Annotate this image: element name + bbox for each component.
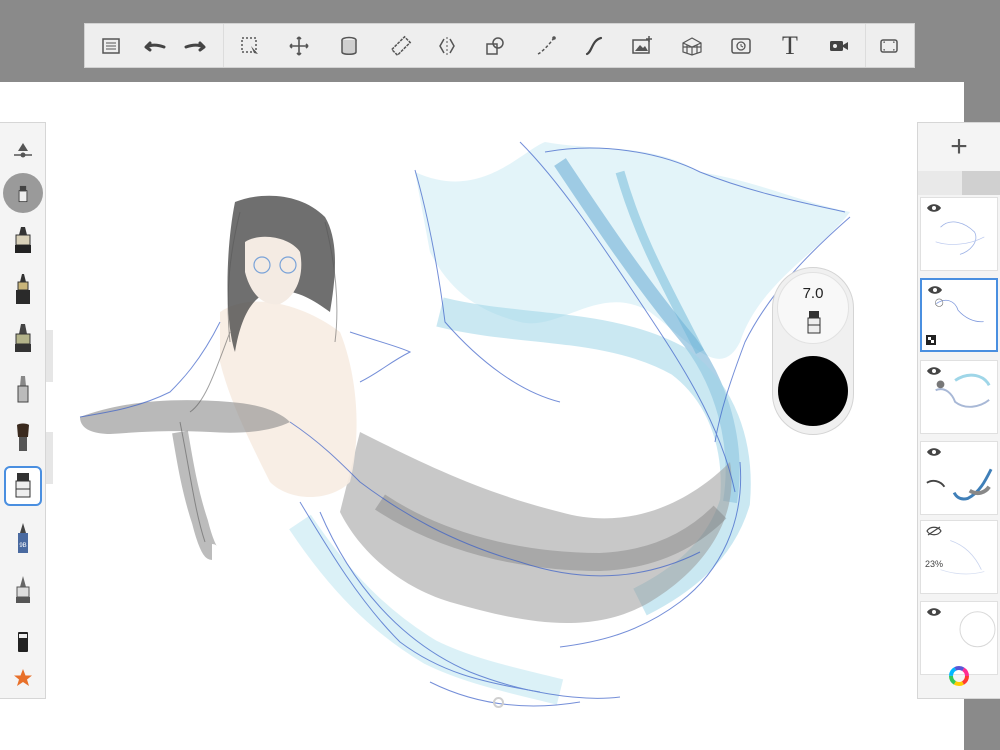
layer-panel: + 23%: [917, 122, 1000, 699]
brush-size-slider-icon[interactable]: [4, 131, 42, 171]
favorites-star-icon[interactable]: [4, 658, 42, 698]
inking-pen-icon[interactable]: [4, 269, 42, 309]
top-toolbar: T: [84, 23, 915, 68]
layer-list-icon[interactable]: [94, 30, 128, 62]
brush-palette: 9B: [0, 122, 46, 699]
brush-preset-current[interactable]: [3, 173, 43, 213]
fill-icon[interactable]: [332, 30, 366, 62]
brush-size-value: 7.0: [802, 285, 824, 302]
time-lapse-icon[interactable]: [724, 30, 758, 62]
layer-thumbnail[interactable]: [920, 278, 998, 352]
layer-opacity-label: 23%: [925, 559, 944, 569]
hidden-eye-icon[interactable]: [926, 526, 942, 536]
record-icon[interactable]: [822, 30, 856, 62]
marker-brush-icon[interactable]: [4, 466, 42, 506]
add-layer-button[interactable]: +: [918, 123, 1000, 171]
undo-icon[interactable]: [137, 30, 171, 62]
ruler-icon[interactable]: [384, 30, 418, 62]
curve-icon[interactable]: [529, 30, 563, 62]
color-wheel-button[interactable]: [918, 653, 1000, 699]
layer-lock-icon: [926, 335, 936, 345]
add-image-icon[interactable]: [625, 30, 659, 62]
canvas-menu-handle[interactable]: [493, 697, 504, 708]
layer-thumbnail[interactable]: 23%: [920, 520, 998, 594]
visibility-eye-icon[interactable]: [927, 285, 943, 295]
layer-thumbnail[interactable]: [920, 441, 998, 515]
visibility-eye-icon[interactable]: [926, 203, 942, 213]
svg-text:9B: 9B: [19, 543, 26, 549]
visibility-eye-icon[interactable]: [926, 366, 942, 376]
felt-marker-icon[interactable]: [4, 317, 42, 357]
layer-panel-header: [918, 171, 1000, 195]
paint-brush-icon[interactable]: [4, 418, 42, 458]
shapes-icon[interactable]: [478, 30, 512, 62]
brush-puck[interactable]: 7.0: [772, 267, 854, 435]
fullscreen-icon[interactable]: [872, 30, 906, 62]
brush-size-puck[interactable]: 7.0: [777, 272, 849, 344]
text-icon[interactable]: T: [773, 30, 807, 62]
visibility-eye-icon[interactable]: [926, 447, 942, 457]
perspective-icon[interactable]: [675, 30, 709, 62]
pencil-brush-icon[interactable]: [4, 220, 42, 260]
smudge-icon[interactable]: [4, 570, 42, 610]
visibility-eye-icon[interactable]: [926, 607, 942, 617]
marker-brush-icon: [807, 311, 821, 334]
airbrush-icon[interactable]: [4, 369, 42, 409]
layer-thumbnail[interactable]: [920, 197, 998, 271]
palette-handle[interactable]: [46, 432, 53, 484]
stroke-icon[interactable]: [577, 30, 611, 62]
selection-icon[interactable]: [233, 30, 267, 62]
layer-thumbnail[interactable]: [920, 360, 998, 434]
color-wheel-icon: [949, 666, 969, 686]
transform-icon[interactable]: [282, 30, 316, 62]
redo-icon[interactable]: [179, 30, 213, 62]
pencil-9b-icon[interactable]: 9B: [4, 518, 42, 558]
current-color-swatch[interactable]: [778, 356, 848, 426]
palette-handle[interactable]: [46, 330, 53, 382]
symmetry-icon[interactable]: [430, 30, 464, 62]
eraser-icon[interactable]: [4, 621, 42, 661]
